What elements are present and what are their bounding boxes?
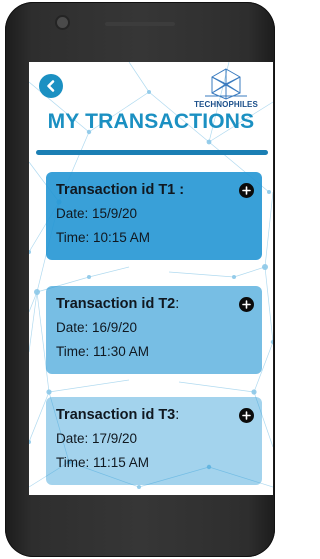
page-title: MY TRANSACTIONS	[47, 110, 255, 133]
transaction-time: Time: 11:30 AM	[56, 344, 150, 359]
transaction-date: Date: 15/9/20	[56, 206, 138, 221]
title-divider	[36, 150, 268, 155]
stage: TECHNOPHILES MY TRANSACTIONS Transaction…	[0, 0, 278, 559]
earpiece-speaker	[105, 22, 175, 26]
transaction-id-suffix: :	[175, 296, 180, 312]
plus-circle-icon	[242, 186, 251, 195]
transaction-id-main: Transaction id T1 :	[56, 182, 185, 198]
transaction-id-label: Transaction id T2:	[56, 294, 252, 314]
transaction-id-label: Transaction id T3:	[56, 405, 252, 425]
back-arrow-icon	[47, 80, 55, 92]
geodesic-dome-icon	[205, 68, 247, 100]
transaction-id-label: Transaction id T1 :	[56, 180, 252, 200]
expand-button[interactable]	[239, 297, 254, 312]
transaction-date: Date: 16/9/20	[56, 320, 138, 335]
logo-text: TECHNOPHILES	[194, 100, 258, 109]
app-screen: TECHNOPHILES MY TRANSACTIONS Transaction…	[29, 62, 273, 495]
transaction-card-t3[interactable]: Transaction id T3: Date: 17/9/20 Time: 1…	[46, 397, 262, 485]
transaction-id-suffix: :	[175, 407, 180, 423]
expand-button[interactable]	[239, 183, 254, 198]
transaction-id-main: Transaction id T2	[56, 296, 176, 312]
front-camera	[57, 17, 68, 28]
phone-frame: TECHNOPHILES MY TRANSACTIONS Transaction…	[5, 2, 275, 557]
plus-circle-icon	[242, 411, 251, 420]
brand-logo: TECHNOPHILES	[187, 66, 265, 112]
transaction-time: Time: 11:15 AM	[56, 455, 150, 470]
plus-circle-icon	[242, 300, 251, 309]
expand-button[interactable]	[239, 408, 254, 423]
back-button[interactable]	[39, 74, 63, 98]
transaction-card-t1[interactable]: Transaction id T1 : Date: 15/9/20 Time: …	[46, 172, 262, 260]
transaction-id-main: Transaction id T3	[56, 407, 176, 423]
transaction-date: Date: 17/9/20	[56, 431, 138, 446]
transaction-time: Time: 10:15 AM	[56, 230, 151, 245]
transaction-card-t2[interactable]: Transaction id T2: Date: 16/9/20 Time: 1…	[46, 286, 262, 374]
